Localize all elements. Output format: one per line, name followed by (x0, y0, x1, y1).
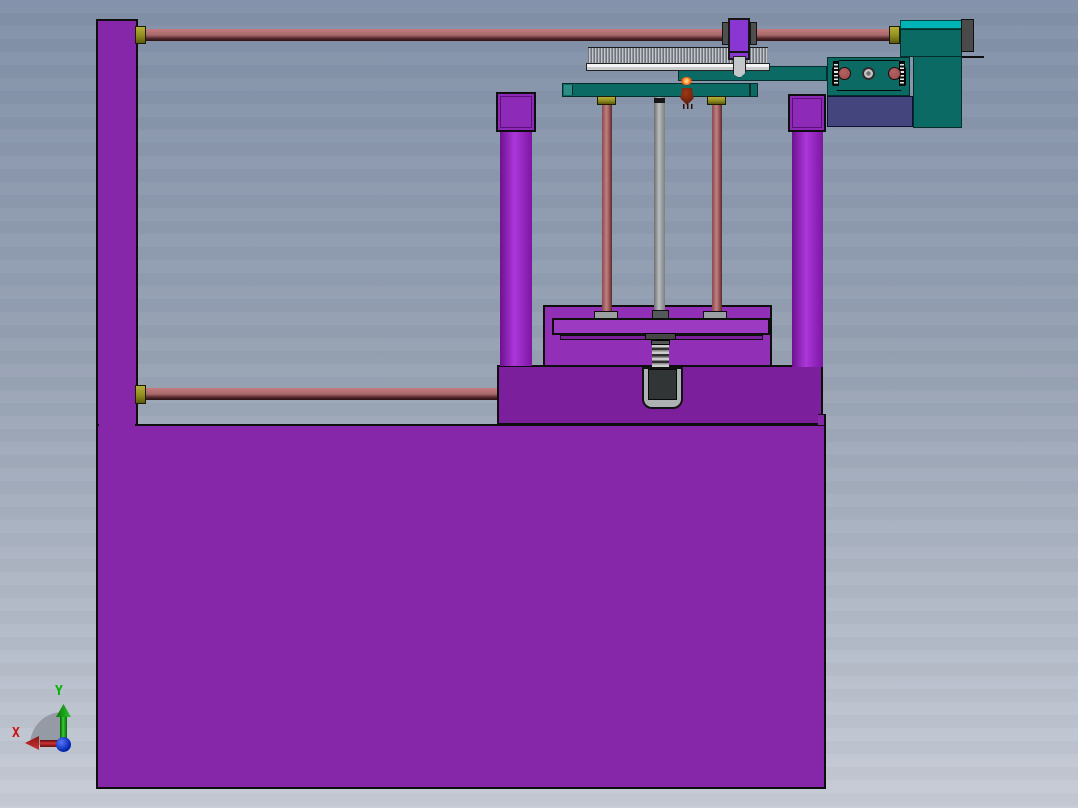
base-block[interactable] (96, 424, 826, 789)
frame-column[interactable] (96, 19, 138, 426)
middle-rod-collar[interactable] (135, 385, 146, 404)
left-pillar-cap[interactable] (496, 92, 536, 132)
center-bore[interactable] (862, 67, 875, 80)
plate-collar-right[interactable] (707, 96, 726, 105)
frame-seam-patch (99, 420, 135, 428)
center-rod-band (654, 98, 665, 103)
top-rod-collar-right[interactable] (889, 26, 900, 44)
right-pillar-cap[interactable] (788, 94, 826, 132)
lift-rod-center[interactable] (654, 97, 665, 313)
tool-glow (681, 77, 692, 85)
left-pillar-cap-edge (500, 96, 532, 128)
tool-plate-divider (749, 84, 751, 96)
middle-guide-rod[interactable] (145, 388, 497, 400)
right-pillar-cap-edge (792, 98, 822, 128)
motor-housing[interactable] (900, 29, 962, 57)
screw-nut-flange[interactable] (645, 333, 676, 340)
top-rod-collar-left[interactable] (135, 26, 146, 44)
shaft-line (962, 56, 984, 58)
tool-plate[interactable] (562, 83, 758, 97)
lead-screw-spring[interactable] (652, 345, 669, 367)
die-cavity[interactable] (648, 369, 677, 400)
tool-plate-end-cap (564, 85, 573, 95)
indigo-mount[interactable] (827, 96, 913, 127)
right-pillar-post[interactable] (792, 131, 823, 367)
gearbox-block[interactable] (913, 55, 962, 128)
motor-end-cap[interactable] (961, 19, 974, 52)
x-axis-label: X (12, 726, 20, 741)
slider-flange-right[interactable] (750, 22, 757, 45)
bearing-journal-left[interactable] (838, 67, 851, 80)
lift-rod-left[interactable] (602, 104, 612, 314)
top-guide-rod[interactable] (140, 29, 892, 41)
tool-cone-tip (683, 104, 693, 109)
left-pillar-post[interactable] (500, 131, 532, 366)
plate-collar-left[interactable] (597, 96, 616, 105)
z-axis-origin-sphere (56, 737, 71, 752)
motor-top-strip[interactable] (900, 20, 962, 29)
lift-rod-right[interactable] (712, 104, 722, 314)
rack-slider-carriage[interactable] (728, 18, 750, 53)
bearing-journal-right[interactable] (888, 67, 901, 80)
pedestal-lip (818, 414, 826, 425)
cad-viewport[interactable]: Y X (0, 0, 1078, 808)
y-axis-label: Y (55, 684, 63, 699)
